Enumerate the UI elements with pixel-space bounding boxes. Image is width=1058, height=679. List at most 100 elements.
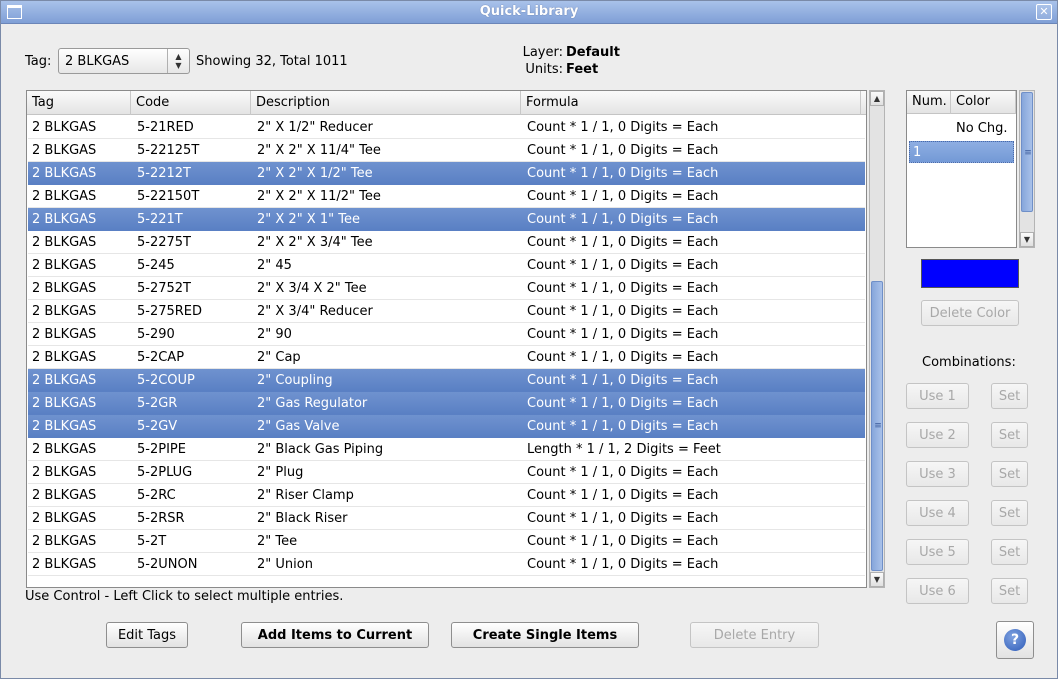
table-row[interactable]: 2 BLKGAS 5-22125T 2" X 2" X 11/4" Tee Count… — [28, 139, 865, 162]
use-combination-3-button[interactable]: Use 3 — [906, 461, 969, 487]
table-cell-tag: 2 BLKGAS — [32, 465, 97, 480]
tag-select-value: 2 BLKGAS — [65, 54, 130, 69]
grip-icon: ≡ — [874, 421, 882, 431]
table-cell-formula: Count * 1 / 1, 0 Digits = Each — [527, 212, 719, 227]
table-cell-desc: 2" Tee — [257, 534, 298, 549]
scroll-down-icon[interactable]: ▼ — [870, 572, 884, 587]
quick-library-window: Quick-Library ✕ Tag: 2 BLKGAS ▲ ▼ Showing… — [0, 0, 1058, 679]
table-cell-desc: 2" X 2" X 1/2" Tee — [257, 166, 373, 181]
table-row[interactable]: 2 BLKGAS 5-2212T 2" X 2" X 1/2" Tee Count *… — [28, 162, 865, 185]
table-row[interactable]: 2 BLKGAS 5-2CAP 2" Cap Count * 1 / 1, 0 Dig… — [28, 346, 865, 369]
column-header-color[interactable]: Color — [951, 91, 1016, 114]
use-combination-6-button[interactable]: Use 6 — [906, 578, 969, 604]
table-cell-desc: 2" Black Gas Piping — [257, 442, 384, 457]
use-combination-1-button[interactable]: Use 1 — [906, 383, 969, 409]
table-cell-formula: Count * 1 / 1, 0 Digits = Each — [527, 534, 719, 549]
color-list-item-color: No Chg. — [956, 121, 1008, 136]
set-combination-6-button[interactable]: Set — [991, 578, 1028, 604]
table-cell-desc: 2" 45 — [257, 258, 292, 273]
table-row[interactable]: 2 BLKGAS 5-2752T 2" X 3/4 X 2" Tee Count * … — [28, 277, 865, 300]
tag-select[interactable]: 2 BLKGAS ▲ ▼ — [58, 48, 190, 74]
table-row[interactable]: 2 BLKGAS 5-290 2" 90 Count * 1 / 1, 0 Digit… — [28, 323, 865, 346]
set-combination-1-button[interactable]: Set — [991, 383, 1028, 409]
table-row[interactable]: 2 BLKGAS 5-21RED 2" X 1/2" Reducer Count * … — [28, 116, 865, 139]
color-scroll-down-icon[interactable]: ▼ — [1020, 232, 1034, 247]
table-cell-desc: 2" X 3/4" Reducer — [257, 304, 373, 319]
current-color-swatch[interactable] — [921, 259, 1019, 288]
table-cell-formula: Count * 1 / 1, 0 Digits = Each — [527, 327, 719, 342]
table-cell-desc: 2" X 2" X 3/4" Tee — [257, 235, 373, 250]
column-header-formula[interactable]: Formula — [521, 91, 861, 115]
table-cell-formula: Count * 1 / 1, 0 Digits = Each — [527, 189, 719, 204]
table-cell-tag: 2 BLKGAS — [32, 212, 97, 227]
delete-entry-button[interactable]: Delete Entry — [690, 622, 819, 648]
table-row[interactable]: 2 BLKGAS 5-2275T 2" X 2" X 3/4" Tee Count *… — [28, 231, 865, 254]
table-cell-code: 5-2T — [137, 534, 167, 549]
table-row[interactable]: 2 BLKGAS 5-2COUP 2" Coupling Count * 1 / 1,… — [28, 369, 865, 392]
color-list-item-num: 1 — [913, 145, 922, 160]
layer-label: Layer: — [522, 45, 563, 60]
table-row[interactable]: 2 BLKGAS 5-275RED 2" X 3/4" Reducer Count *… — [28, 300, 865, 323]
color-list-item-selected[interactable]: 1 — [909, 141, 1014, 163]
table-row[interactable]: 2 BLKGAS 5-2RSR 2" Black Riser Count * 1 / … — [28, 507, 865, 530]
set-combination-4-button[interactable]: Set — [991, 500, 1028, 526]
table-cell-code: 5-2752T — [137, 281, 191, 296]
use-combination-5-button[interactable]: Use 5 — [906, 539, 969, 565]
table-row[interactable]: 2 BLKGAS 5-2UNON 2" Union Count * 1 / 1, 0 … — [28, 553, 865, 576]
set-combination-2-button[interactable]: Set — [991, 422, 1028, 448]
help-button[interactable]: ? — [996, 621, 1034, 659]
set-combination-3-button[interactable]: Set — [991, 461, 1028, 487]
table-row[interactable]: 2 BLKGAS 5-2RC 2" Riser Clamp Count * 1 / 1… — [28, 484, 865, 507]
table-header: Tag Code Description Formula — [27, 91, 866, 115]
multi-select-hint: Use Control - Left Click to select multi… — [25, 589, 344, 604]
table-cell-tag: 2 BLKGAS — [32, 258, 97, 273]
table-cell-tag: 2 BLKGAS — [32, 304, 97, 319]
units-label: Units: — [525, 62, 563, 77]
combinations-label: Combinations: — [922, 355, 1016, 370]
table-cell-code: 5-2PLUG — [137, 465, 193, 480]
table-row[interactable]: 2 BLKGAS 5-2GR 2" Gas Regulator Count * 1 /… — [28, 392, 865, 415]
table-row[interactable]: 2 BLKGAS 5-2GV 2" Gas Valve Count * 1 / 1, … — [28, 415, 865, 438]
color-list-item[interactable]: No Chg. — [908, 118, 1015, 141]
table-cell-desc: 2" 90 — [257, 327, 292, 342]
close-icon[interactable]: ✕ — [1036, 4, 1052, 20]
edit-tags-button[interactable]: Edit Tags — [106, 622, 188, 648]
delete-color-button[interactable]: Delete Color — [921, 300, 1019, 326]
table-row[interactable]: 2 BLKGAS 5-2PLUG 2" Plug Count * 1 / 1, 0 D… — [28, 461, 865, 484]
table-cell-formula: Count * 1 / 1, 0 Digits = Each — [527, 350, 719, 365]
scroll-thumb[interactable]: ≡ — [871, 281, 883, 571]
add-items-to-current-button[interactable]: Add Items to Current — [241, 622, 429, 648]
table-cell-formula: Count * 1 / 1, 0 Digits = Each — [527, 166, 719, 181]
table-row[interactable]: 2 BLKGAS 5-2T 2" Tee Count * 1 / 1, 0 Digit… — [28, 530, 865, 553]
table-row[interactable]: 2 BLKGAS 5-245 2" 45 Count * 1 / 1, 0 Digit… — [28, 254, 865, 277]
table-cell-formula: Count * 1 / 1, 0 Digits = Each — [527, 304, 719, 319]
table-cell-formula: Count * 1 / 1, 0 Digits = Each — [527, 511, 719, 526]
use-combination-4-button[interactable]: Use 4 — [906, 500, 969, 526]
use-combination-2-button[interactable]: Use 2 — [906, 422, 969, 448]
column-header-code[interactable]: Code — [131, 91, 251, 115]
column-header-description[interactable]: Description — [251, 91, 521, 115]
table-cell-formula: Count * 1 / 1, 0 Digits = Each — [527, 120, 719, 135]
title-bar[interactable]: Quick-Library ✕ — [1, 1, 1057, 24]
table-cell-desc: 2" X 3/4 X 2" Tee — [257, 281, 367, 296]
table-cell-tag: 2 BLKGAS — [32, 327, 97, 342]
table-cell-tag: 2 BLKGAS — [32, 281, 97, 296]
table-cell-desc: 2" Cap — [257, 350, 301, 365]
table-cell-code: 5-2RSR — [137, 511, 185, 526]
table-row[interactable]: 2 BLKGAS 5-2PIPE 2" Black Gas Piping Length… — [28, 438, 865, 461]
color-scroll-thumb[interactable]: ≡ — [1021, 92, 1033, 212]
table-cell-tag: 2 BLKGAS — [32, 143, 97, 158]
table-cell-code: 5-275RED — [137, 304, 203, 319]
table-cell-tag: 2 BLKGAS — [32, 511, 97, 526]
set-combination-5-button[interactable]: Set — [991, 539, 1028, 565]
column-header-tag[interactable]: Tag — [27, 91, 131, 115]
table-row[interactable]: 2 BLKGAS 5-22150T 2" X 2" X 11/2" Tee Count… — [28, 185, 865, 208]
table-scrollbar[interactable]: ▲ ≡ ▼ — [869, 90, 885, 588]
table-row[interactable]: 2 BLKGAS 5-221T 2" X 2" X 1" Tee Count * 1 … — [28, 208, 865, 231]
scroll-up-icon[interactable]: ▲ — [870, 91, 884, 106]
table-cell-code: 5-2212T — [137, 166, 191, 181]
column-header-num[interactable]: Num. — [907, 91, 951, 114]
create-single-items-button[interactable]: Create Single Items — [451, 622, 639, 648]
color-list-scrollbar[interactable]: ≡ ▼ — [1019, 90, 1035, 248]
table-cell-formula: Count * 1 / 1, 0 Digits = Each — [527, 396, 719, 411]
